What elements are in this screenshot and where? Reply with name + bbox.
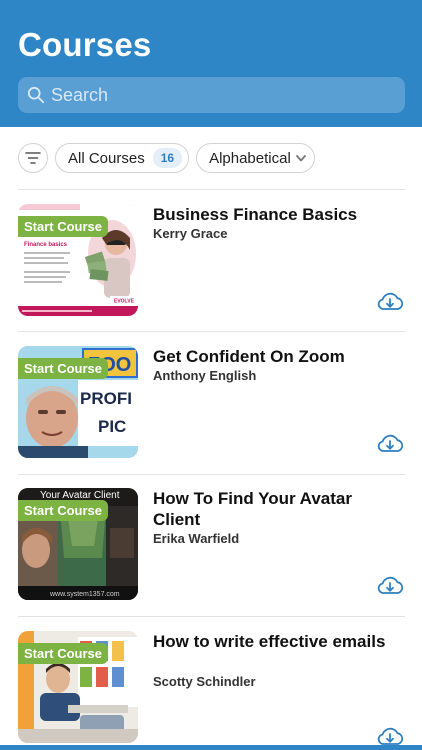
download-cloud-icon[interactable] xyxy=(375,290,405,312)
course-author: Anthony English xyxy=(153,368,257,383)
chevron-down-icon xyxy=(295,154,306,161)
filter-bar: All Courses 16 Alphabetical xyxy=(18,143,315,173)
course-row[interactable]: Start Course How to write effective emai… xyxy=(18,631,405,745)
all-courses-filter[interactable]: All Courses 16 xyxy=(55,143,190,173)
course-thumbnail[interactable]: Finance basics EVOLVE Start Course xyxy=(18,204,138,316)
course-row[interactable]: Finance basics EVOLVE Start Course Busin… xyxy=(18,204,405,316)
search-icon xyxy=(27,86,45,104)
course-thumbnail[interactable]: Start Course xyxy=(18,631,138,743)
course-count-badge: 16 xyxy=(152,148,183,168)
divider xyxy=(18,474,405,475)
download-cloud-icon[interactable] xyxy=(375,574,405,596)
course-author: Erika Warfield xyxy=(153,531,240,546)
sort-dropdown[interactable]: Alphabetical xyxy=(196,143,315,173)
start-course-badge[interactable]: Start Course xyxy=(18,216,109,237)
course-title[interactable]: How to write effective emails xyxy=(153,631,398,652)
header-bar: Courses xyxy=(0,0,422,127)
course-author: Scotty Schindler xyxy=(153,674,256,689)
tab-bar-edge xyxy=(0,745,422,750)
search-bar[interactable] xyxy=(18,77,405,113)
course-title[interactable]: How To Find Your Avatar Client xyxy=(153,488,398,530)
page-title: Courses xyxy=(18,26,152,63)
svg-text:www.system1357.com: www.system1357.com xyxy=(49,591,120,598)
course-title[interactable]: Business Finance Basics xyxy=(153,204,398,225)
filter-button[interactable] xyxy=(18,143,48,173)
course-author: Kerry Grace xyxy=(153,226,228,241)
svg-text:PIC: PIC xyxy=(98,417,126,436)
sort-label: Alphabetical xyxy=(209,149,291,167)
divider xyxy=(18,189,405,190)
course-title[interactable]: Get Confident On Zoom xyxy=(153,346,398,367)
start-course-badge[interactable]: Start Course xyxy=(18,500,109,521)
start-course-badge[interactable]: Start Course xyxy=(18,643,109,664)
course-row[interactable]: Your Avatar Client www.system1357.com St… xyxy=(18,488,405,600)
search-input[interactable] xyxy=(51,84,381,106)
svg-text:PROFI: PROFI xyxy=(80,389,132,408)
course-row[interactable]: ZOO PROFI PIC Start Course Get Confident… xyxy=(18,346,405,458)
course-thumbnail[interactable]: ZOO PROFI PIC Start Course xyxy=(18,346,138,458)
filter-icon xyxy=(25,152,41,164)
course-thumbnail[interactable]: Your Avatar Client www.system1357.com St… xyxy=(18,488,138,600)
start-course-badge[interactable]: Start Course xyxy=(18,358,109,379)
divider xyxy=(18,331,405,332)
download-cloud-icon[interactable] xyxy=(375,725,405,747)
svg-text:EVOLVE: EVOLVE xyxy=(114,299,135,305)
download-cloud-icon[interactable] xyxy=(375,432,405,454)
divider xyxy=(18,616,405,617)
all-courses-label: All Courses xyxy=(68,149,145,167)
thumb-text: Finance basics xyxy=(24,242,68,248)
